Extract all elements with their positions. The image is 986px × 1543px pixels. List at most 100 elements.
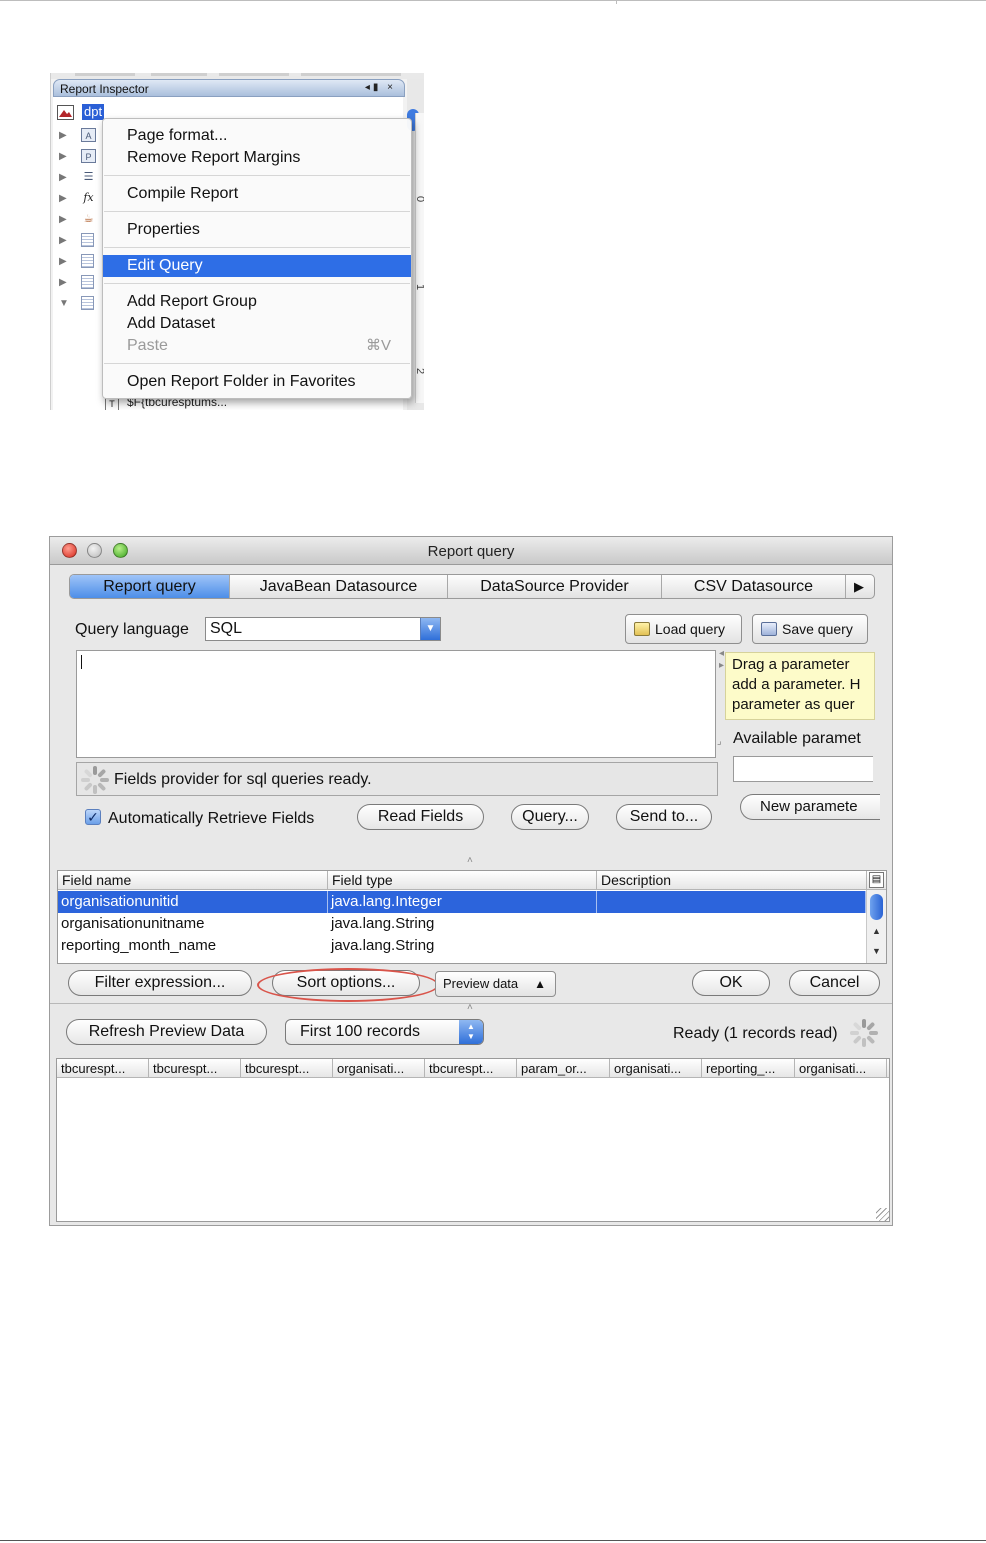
cell-field-name: organisationunitid <box>58 891 328 913</box>
fields-table-scrollbar[interactable]: ▲ ▼ <box>866 890 886 963</box>
menu-item-add-report-group[interactable]: Add Report Group <box>103 291 411 313</box>
expand-arrow-icon[interactable]: ▶ <box>59 214 67 225</box>
records-limit-select[interactable]: First 100 records ▲ ▼ <box>285 1019 484 1045</box>
table-row[interactable]: organisationunitid java.lang.Integer <box>58 891 866 913</box>
tooltip-line: add a parameter. H <box>732 676 861 693</box>
ruler-mark: 0 <box>414 196 424 202</box>
save-disk-icon <box>761 622 777 636</box>
expand-arrow-icon[interactable]: ▶ <box>59 193 67 204</box>
preview-column-header[interactable]: organisati... <box>795 1059 887 1078</box>
cell-description <box>597 935 866 957</box>
band-icon <box>81 275 94 289</box>
vertical-ruler: 0 1 2 <box>414 113 424 403</box>
styles-icon: A <box>81 128 96 142</box>
tab-javabean-datasource[interactable]: JavaBean Datasource <box>230 575 448 598</box>
query-editor[interactable] <box>76 650 716 758</box>
tab-scroll-right-icon[interactable]: ▶ <box>844 575 874 598</box>
preview-column-header[interactable]: tbcurespt... <box>57 1059 149 1078</box>
scroll-down-icon[interactable]: ▼ <box>872 946 881 956</box>
splitter-handle-icon[interactable]: ˄ <box>467 855 473 866</box>
bean-icon: ☕ <box>83 213 94 225</box>
expand-arrow-icon[interactable]: ▶ <box>59 256 67 267</box>
query-designer-button[interactable]: Query... <box>511 804 589 830</box>
menu-item-compile-report[interactable]: Compile Report <box>103 183 411 205</box>
preview-column-header[interactable]: param_or... <box>517 1059 610 1078</box>
preview-column-header[interactable]: tbcurespt... <box>425 1059 517 1078</box>
chevron-down-icon[interactable]: ▼ <box>420 618 440 640</box>
expand-arrow-icon[interactable]: ▶ <box>59 151 67 162</box>
panel-controls[interactable]: ◂▮ × <box>365 82 396 93</box>
folder-icon <box>634 622 650 636</box>
database-icon: ☰ <box>83 171 94 183</box>
cell-field-name: organisationunitname <box>61 915 205 932</box>
window-resize-grip[interactable] <box>876 1208 890 1222</box>
band-icon <box>81 233 94 247</box>
save-query-button[interactable]: Save query <box>752 614 868 644</box>
column-header-description[interactable]: Description <box>597 871 867 890</box>
report-icon <box>57 105 74 120</box>
preview-column-header[interactable]: reporting_... <box>702 1059 795 1078</box>
report-inspector-header: Report Inspector ◂▮ × <box>53 79 405 97</box>
scroll-up-icon[interactable]: ▲ <box>872 926 881 936</box>
report-inspector-title: Report Inspector <box>60 82 149 96</box>
cancel-button[interactable]: Cancel <box>789 970 880 996</box>
save-query-label: Save query <box>782 621 853 637</box>
tab-csv-datasource[interactable]: CSV Datasource <box>662 575 846 598</box>
parameters-icon: P <box>81 149 96 163</box>
column-chooser-icon[interactable]: ▤ <box>869 872 884 888</box>
expand-arrow-icon[interactable]: ▶ <box>59 130 67 141</box>
menu-item-remove-margins[interactable]: Remove Report Margins <box>103 147 411 169</box>
query-language-select[interactable]: SQL ▼ <box>205 617 441 641</box>
tab-report-query[interactable]: Report query <box>70 575 230 598</box>
preview-column-header[interactable]: organisati... <box>610 1059 702 1078</box>
expand-arrow-icon[interactable]: ▶ <box>59 277 67 288</box>
datasource-tabs: Report query JavaBean Datasource DataSou… <box>69 574 875 599</box>
menu-item-edit-query[interactable]: Edit Query <box>103 255 411 277</box>
page-top-rule <box>0 0 986 1</box>
band-icon <box>81 296 94 310</box>
tab-datasource-provider[interactable]: DataSource Provider <box>448 575 662 598</box>
menu-item-page-format[interactable]: Page format... <box>103 125 411 147</box>
ok-button[interactable]: OK <box>692 970 770 996</box>
tree-node-dpt[interactable]: dpt <box>82 104 105 120</box>
function-icon: fx <box>83 191 94 204</box>
filter-expression-button[interactable]: Filter expression... <box>68 970 252 996</box>
expand-arrow-icon[interactable]: ▶ <box>59 172 67 183</box>
splitter-handle-icon[interactable]: ⌟ <box>717 736 722 747</box>
preview-column-header[interactable]: tbcurespt... <box>149 1059 241 1078</box>
splitter-handle-icon[interactable]: ˄ <box>467 1002 473 1013</box>
splitter-arrow-icon[interactable]: ◂ <box>719 648 724 659</box>
loading-spinner-icon <box>81 766 109 794</box>
up-down-stepper-icon[interactable]: ▲ ▼ <box>459 1020 483 1044</box>
read-fields-button[interactable]: Read Fields <box>357 804 484 830</box>
splitter-arrow-icon[interactable]: ▸ <box>719 660 724 671</box>
cell-field-type: java.lang.String <box>331 937 435 954</box>
menu-item-add-dataset[interactable]: Add Dataset <box>103 313 411 335</box>
available-parameters-label: Available paramet <box>733 730 861 747</box>
expand-arrow-icon[interactable]: ▶ <box>59 235 67 246</box>
column-header-field-type[interactable]: Field type <box>328 871 597 890</box>
refresh-preview-button[interactable]: Refresh Preview Data <box>66 1019 267 1045</box>
auto-retrieve-checkbox[interactable]: ✓ <box>85 809 101 825</box>
query-language-value: SQL <box>210 620 243 637</box>
menu-item-open-report-folder[interactable]: Open Report Folder in Favorites <box>103 371 411 393</box>
dialog-title: Report query <box>427 543 515 560</box>
column-header-field-name[interactable]: Field name <box>58 871 328 890</box>
table-row[interactable]: organisationunitname java.lang.String <box>58 913 866 935</box>
scroll-thumb[interactable] <box>870 894 883 920</box>
collapse-arrow-icon[interactable]: ▼ <box>59 298 69 309</box>
textfield-icon: T <box>105 398 119 410</box>
menu-separator <box>104 363 410 364</box>
menu-item-properties[interactable]: Properties <box>103 219 411 241</box>
load-query-label: Load query <box>655 621 726 637</box>
load-query-button[interactable]: Load query <box>625 614 742 644</box>
preview-column-header[interactable]: tbcurespt... <box>241 1059 333 1078</box>
menu-separator <box>104 283 410 284</box>
preview-data-button[interactable]: Preview data ▲ <box>435 971 556 997</box>
parameter-help-tooltip: Drag a parameter add a parameter. H para… <box>725 652 875 720</box>
send-to-button[interactable]: Send to... <box>616 804 712 830</box>
preview-column-header[interactable]: organisati... <box>333 1059 425 1078</box>
new-parameter-button[interactable]: New paramete <box>740 794 880 820</box>
available-parameters-list[interactable] <box>733 756 873 782</box>
table-row[interactable]: reporting_month_name java.lang.String <box>58 935 866 957</box>
